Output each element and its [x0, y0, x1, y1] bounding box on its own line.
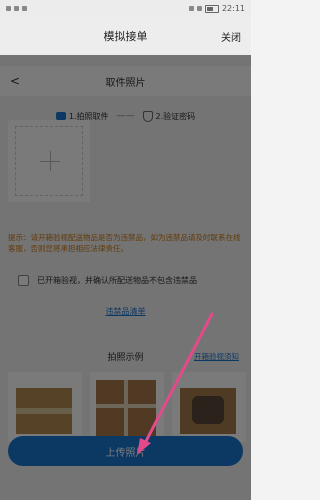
inspection-checkbox-label: 已开箱验视，并确认所配送物品不包含违禁品	[37, 276, 197, 285]
example-photo-3	[172, 372, 246, 442]
inspection-checkbox-row[interactable]: 已开箱验视，并确认所配送物品不包含违禁品	[18, 275, 197, 286]
upload-box[interactable]	[15, 126, 83, 196]
plus-icon-vertical	[50, 151, 51, 171]
example-photos	[8, 372, 246, 442]
battery-icon	[204, 4, 219, 13]
inspection-checkbox[interactable]	[18, 275, 29, 286]
status-right-icons: 22:11	[188, 4, 245, 13]
status-time: 22:11	[221, 4, 245, 13]
close-button[interactable]: 关闭	[221, 29, 241, 44]
signal-icon	[196, 6, 202, 11]
inspection-requirements-link[interactable]: 开箱验视须知	[194, 351, 239, 362]
notification-icon	[6, 6, 11, 11]
outer-nav-bar: 模拟接单 关闭	[0, 17, 251, 55]
camera-icon	[55, 112, 66, 120]
status-left-icons	[6, 6, 27, 11]
example-photo-2	[90, 372, 164, 442]
message-icon	[14, 6, 19, 11]
photo-upload-card[interactable]	[8, 120, 90, 202]
warning-text: 提示：请开箱验视配送物品是否为违禁品，如为违禁品请及时联系在线客服，否则您将承担…	[8, 233, 241, 253]
step-separator: ——	[116, 111, 135, 121]
box-open-image	[180, 388, 236, 434]
step-password-label: 2.验证密码	[155, 111, 196, 121]
back-button[interactable]: <	[10, 74, 20, 88]
example-photo-1	[8, 372, 82, 442]
contraband-list-link[interactable]: 违禁品清单	[0, 306, 251, 317]
box-taped-image	[96, 380, 156, 436]
app-icon	[22, 6, 27, 11]
wifi-icon	[188, 6, 194, 11]
step-password: 2.验证密码	[142, 110, 196, 122]
inner-nav-bar: < 取件照片	[0, 66, 251, 96]
status-bar: 22:11	[0, 0, 251, 17]
page-title: 取件照片	[105, 77, 146, 89]
box-closed-image	[16, 388, 72, 434]
outer-nav-title: 模拟接单	[103, 30, 148, 43]
upload-photo-button[interactable]: 上传照片	[8, 436, 243, 466]
shield-icon	[142, 110, 153, 122]
